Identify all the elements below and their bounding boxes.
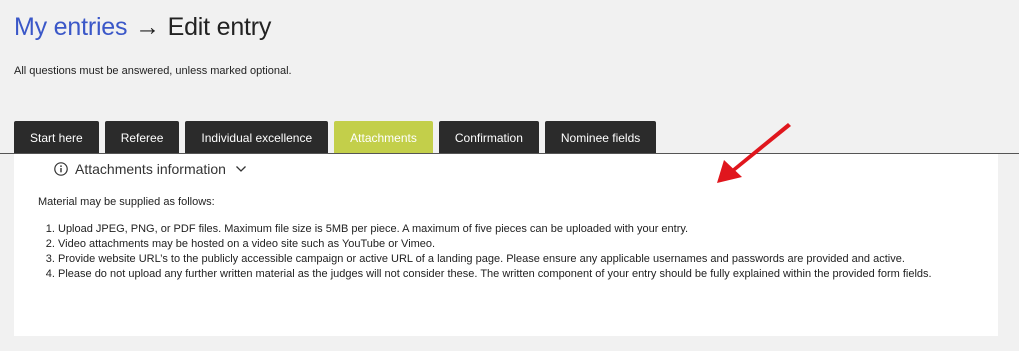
attachments-info-label: Attachments information	[75, 161, 226, 177]
list-item: Provide website URL’s to the publicly ac…	[58, 252, 1003, 267]
tab-attachments[interactable]: Attachments	[334, 121, 433, 154]
tab-confirmation[interactable]: Confirmation	[438, 121, 539, 154]
page: My entries → Edit entry All questions mu…	[0, 0, 1019, 351]
list-item: Upload JPEG, PNG, or PDF files. Maximum …	[58, 222, 1003, 237]
tab-referee[interactable]: Referee	[104, 121, 180, 154]
breadcrumb-my-entries-link[interactable]: My entries	[14, 13, 128, 41]
list-item: Video attachments may be hosted on a vid…	[58, 237, 1003, 252]
material-list: Upload JPEG, PNG, or PDF files. Maximum …	[38, 222, 1003, 282]
page-title: My entries → Edit entry	[14, 13, 271, 42]
tab-bar: Start here Referee Individual excellence…	[14, 121, 662, 154]
tab-individual-excellence[interactable]: Individual excellence	[185, 121, 329, 154]
intro-text: All questions must be answered, unless m…	[14, 65, 292, 77]
red-arrow-annotation	[717, 123, 791, 183]
attachments-info-toggle[interactable]: Attachments information	[54, 161, 247, 177]
breadcrumb-arrow: →	[135, 13, 160, 41]
material-lead-text: Material may be supplied as follows:	[38, 196, 215, 208]
breadcrumb-current: Edit entry	[167, 13, 272, 41]
attachments-panel: Attachments information Material may be …	[14, 154, 998, 336]
tab-start-here[interactable]: Start here	[14, 121, 99, 154]
list-item: Please do not upload any further written…	[58, 267, 1003, 282]
chevron-down-icon	[236, 166, 246, 172]
tab-nominee-fields[interactable]: Nominee fields	[544, 121, 657, 154]
info-icon	[54, 162, 68, 176]
